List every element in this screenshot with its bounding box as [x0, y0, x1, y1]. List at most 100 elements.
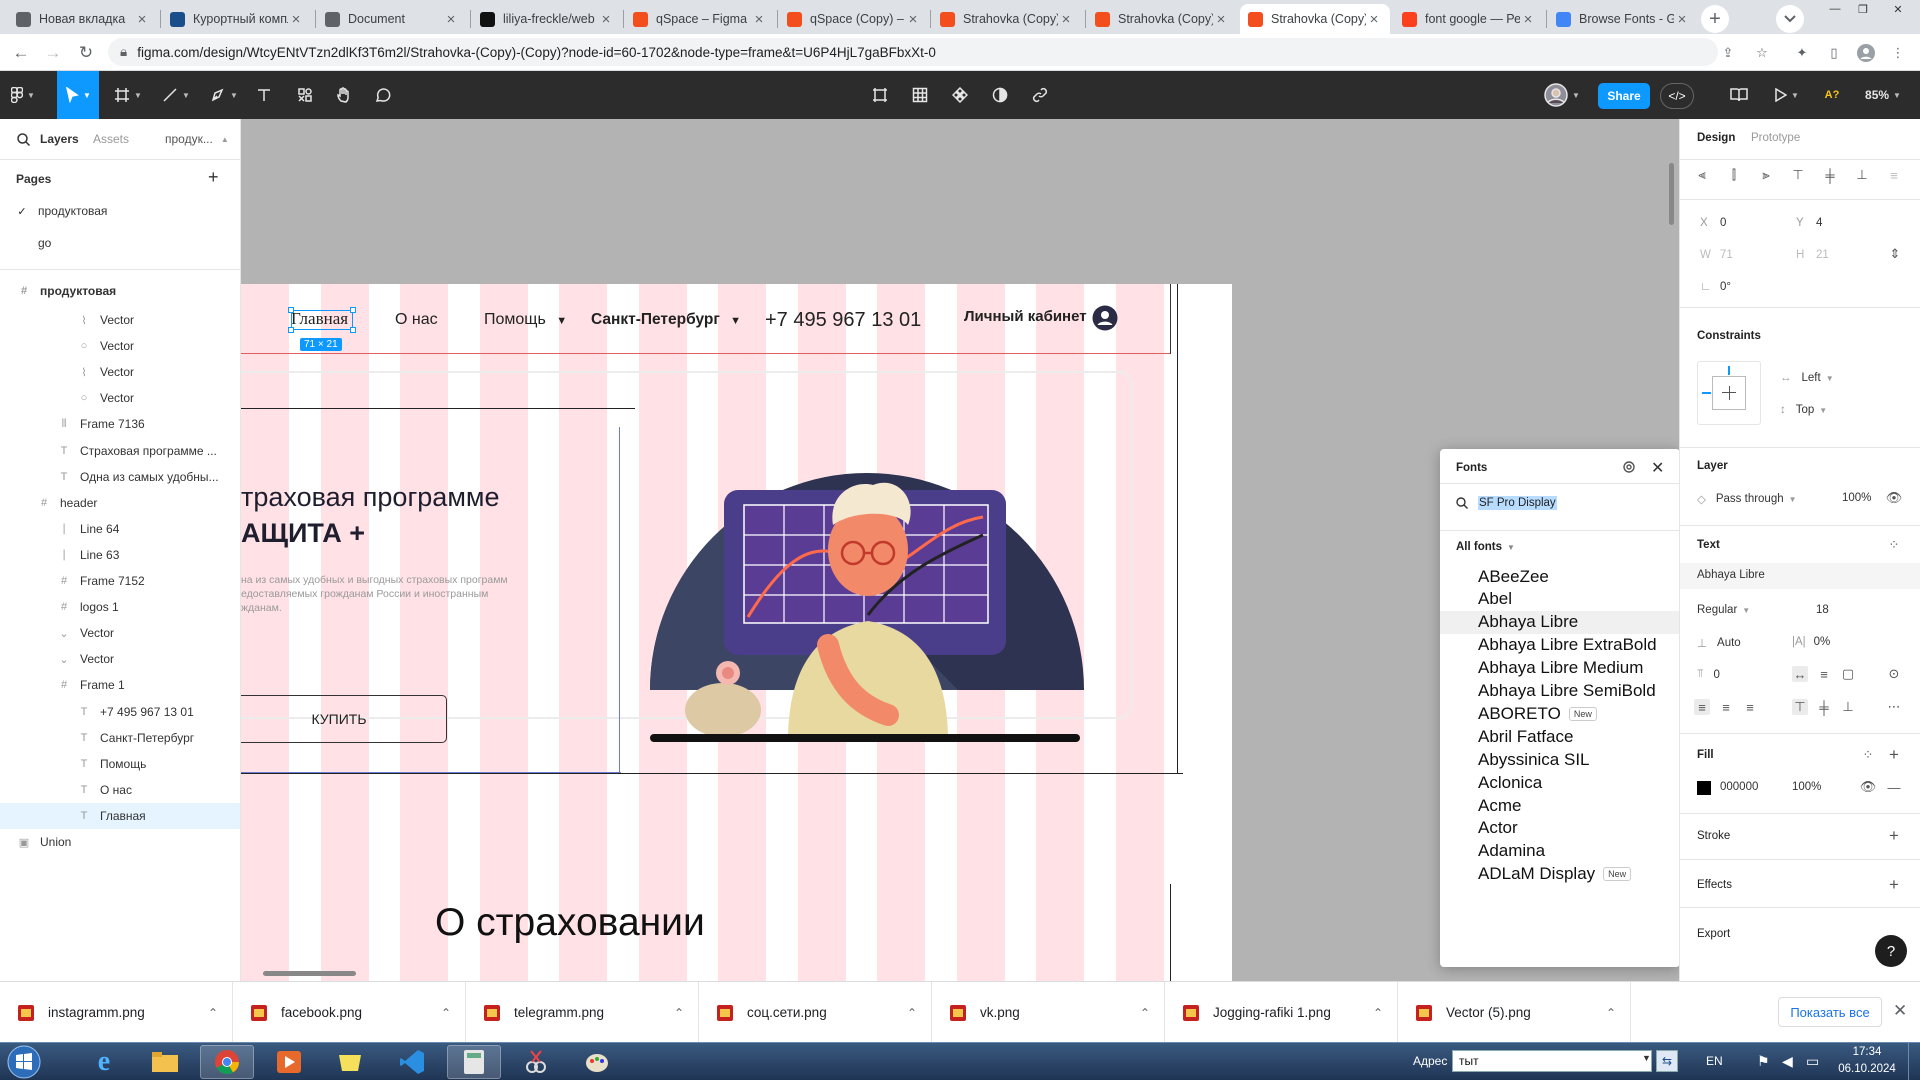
layer-item[interactable]: ⌇ Vector [0, 307, 240, 333]
sticky-notes-icon[interactable] [323, 1045, 377, 1079]
browser-tab[interactable]: Document × [317, 4, 467, 34]
ai-assistant-button[interactable]: A? [1820, 71, 1844, 119]
text-align-right-icon[interactable]: ≡ [1742, 699, 1758, 715]
tab-assets[interactable]: Assets [93, 119, 129, 159]
page-switcher[interactable]: продук... ▲ [165, 119, 229, 159]
fill-color-swatch[interactable] [1697, 781, 1711, 795]
layer-item[interactable]: ⦀ Frame 7136 [0, 411, 240, 437]
chevron-up-icon[interactable]: ⌃ [441, 1006, 451, 1020]
new-tab-button[interactable]: + [1701, 5, 1729, 33]
chevron-up-icon[interactable]: ⌃ [1606, 1006, 1616, 1020]
reload-button[interactable]: ↻ [75, 42, 97, 64]
x-input[interactable]: 0 [1720, 217, 1726, 229]
browser-tab[interactable]: qSpace (Copy) – × [779, 4, 929, 34]
component-icon[interactable] [948, 71, 972, 119]
close-tab-icon[interactable]: × [598, 11, 614, 28]
layer-item[interactable]: T Одна из самых удобны... [0, 464, 240, 490]
layer-item[interactable]: # Frame 1 [0, 672, 240, 698]
align-left-icon[interactable]: ⫷ [1694, 167, 1710, 183]
share-page-icon[interactable]: ⇪ [1718, 43, 1738, 63]
resources-tool-button[interactable] [292, 71, 318, 119]
layer-item[interactable]: T Страховая программе ... [0, 438, 240, 464]
chrome-icon[interactable] [200, 1045, 254, 1079]
close-tab-icon[interactable]: × [1366, 11, 1382, 28]
align-h-center-icon[interactable]: ⫿ [1726, 167, 1742, 183]
language-indicator[interactable]: EN [1706, 1054, 1723, 1068]
close-tab-icon[interactable]: × [1520, 11, 1536, 28]
snipping-tool-icon[interactable] [509, 1045, 563, 1079]
close-tab-icon[interactable]: × [134, 11, 150, 28]
remove-fill-icon[interactable]: — [1886, 779, 1902, 795]
resize-handle[interactable] [350, 307, 356, 313]
present-button[interactable]: ▼ [1770, 71, 1804, 119]
add-effect-icon[interactable]: + [1886, 875, 1902, 894]
browser-tab[interactable]: Strahovka (Copy) × [1087, 4, 1237, 34]
library-icon[interactable] [1727, 71, 1751, 119]
close-tab-icon[interactable]: × [1058, 11, 1074, 28]
font-option[interactable]: Actor [1478, 817, 1518, 840]
browser-tab[interactable]: font google — Ре × [1394, 4, 1544, 34]
constraint-vertical-dropdown[interactable]: ↕ Top ▼ [1780, 404, 1827, 416]
distribute-icon[interactable]: ≡ [1886, 167, 1902, 183]
font-option[interactable]: Abhaya Libre Medium [1478, 657, 1643, 680]
auto-height-icon[interactable]: ≡ [1816, 666, 1832, 682]
download-item[interactable]: instagramm.png ⌃ [0, 982, 233, 1043]
profile-avatar[interactable] [1856, 43, 1876, 63]
add-stroke-icon[interactable]: + [1886, 826, 1902, 845]
text-align-top-icon[interactable]: ⊤ [1792, 699, 1808, 715]
fill-styles-icon[interactable]: ⁘ [1860, 747, 1876, 763]
constraint-top-marker[interactable] [1728, 366, 1730, 375]
eye-icon[interactable]: 👁︎ [1886, 490, 1903, 506]
close-downloads-icon[interactable]: ✕ [1893, 1001, 1907, 1021]
frame-tool-button[interactable]: ▼ [108, 71, 148, 119]
align-right-icon[interactable]: ⫸ [1758, 167, 1774, 183]
forward-button[interactable]: → [42, 42, 64, 64]
crop-icon[interactable] [868, 71, 892, 119]
font-option[interactable]: Abel [1478, 588, 1512, 611]
fixed-size-icon[interactable]: ▢ [1840, 666, 1856, 682]
truncate-icon[interactable]: ⊙ [1886, 666, 1902, 682]
show-desktop-button[interactable] [1908, 1043, 1920, 1080]
hand-tool-button[interactable] [331, 71, 357, 119]
chevron-up-icon[interactable]: ⌃ [674, 1006, 684, 1020]
show-all-downloads-button[interactable]: Показать все [1778, 997, 1882, 1027]
clock-date[interactable]: 06.10.2024 [1832, 1063, 1902, 1075]
font-option[interactable]: Adamina [1478, 840, 1545, 863]
align-bottom-icon[interactable]: ⊥ [1854, 167, 1870, 183]
tab-prototype[interactable]: Prototype [1751, 132, 1800, 144]
download-item[interactable]: Vector (5).png ⌃ [1398, 982, 1631, 1043]
comment-tool-button[interactable] [370, 71, 396, 119]
download-item[interactable]: Jogging-rafiki 1.png ⌃ [1165, 982, 1398, 1043]
resize-handle[interactable] [288, 307, 294, 313]
align-v-center-icon[interactable]: ╪ [1822, 167, 1838, 183]
chevron-up-icon[interactable]: ⌃ [1140, 1006, 1150, 1020]
url-input[interactable]: 🔒︎ figma.com/design/WtcyENtVTzn2dlKf3T6m… [108, 38, 1718, 66]
horizontal-scrollbar[interactable] [263, 971, 356, 976]
close-tab-icon[interactable]: × [1213, 11, 1229, 28]
font-option[interactable]: ABeeZee [1478, 565, 1549, 588]
extensions-icon[interactable]: ✦ [1792, 43, 1812, 63]
chevron-down-icon[interactable]: ▼ [1642, 1053, 1651, 1063]
vscode-icon[interactable] [385, 1045, 439, 1079]
close-tab-icon[interactable]: × [443, 11, 459, 28]
tab-search-button[interactable] [1776, 5, 1804, 33]
share-button[interactable]: Share [1598, 83, 1650, 109]
text-align-middle-icon[interactable]: ╪ [1816, 699, 1832, 715]
sidebar-icon[interactable]: ▯ [1824, 43, 1844, 63]
figma-main-menu-icon[interactable]: ▼ [0, 71, 46, 119]
layer-root-frame[interactable]: # продуктовая [0, 275, 240, 307]
tab-design[interactable]: Design [1697, 132, 1735, 144]
grid-icon[interactable] [908, 71, 932, 119]
browser-tab[interactable]: Strahovka (Copy) × [1240, 4, 1390, 34]
h-input[interactable]: 21 [1816, 249, 1829, 261]
line-height-input[interactable]: ⊥ Auto [1697, 636, 1741, 650]
layer-item[interactable]: # header [0, 490, 240, 516]
font-weight-dropdown[interactable]: Regular ▼ [1697, 604, 1750, 616]
constrain-proportions-icon[interactable]: ⇕ [1887, 246, 1903, 262]
layer-item[interactable]: ⌄ Vector [0, 646, 240, 672]
constraint-v-center[interactable] [1729, 386, 1730, 400]
text-align-left-icon[interactable]: ≡ [1694, 699, 1710, 715]
layer-item[interactable]: # Frame 7152 [0, 568, 240, 594]
flag-icon[interactable]: ⚑ [1757, 1053, 1770, 1070]
design-frame[interactable]: Главная О нас Помощь ▼ Санкт-Петербург ▼… [241, 284, 1232, 981]
